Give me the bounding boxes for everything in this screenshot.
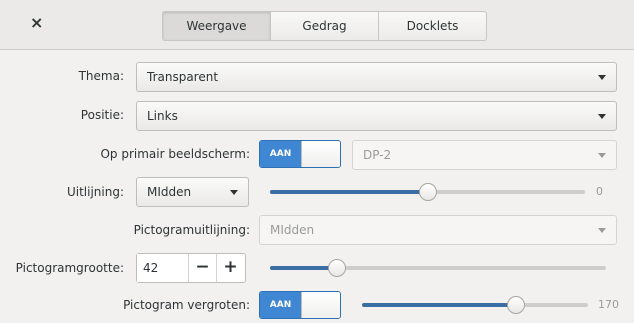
- position-value: Links: [147, 109, 178, 123]
- icon-size-stepper: − +: [136, 253, 246, 283]
- close-button[interactable]: ×: [30, 13, 43, 33]
- display-value: DP-2: [363, 148, 392, 162]
- tab-weergave[interactable]: Weergave: [162, 11, 271, 41]
- alignment-slider-value: 0: [596, 185, 603, 198]
- icon-size-label: Pictogramgrootte:: [15, 261, 124, 275]
- chevron-down-icon: [598, 114, 606, 119]
- slider-thumb[interactable]: [506, 296, 525, 314]
- primary-display-switch[interactable]: AAN: [259, 140, 341, 168]
- theme-dropdown[interactable]: Transparent: [136, 62, 617, 92]
- position-dropdown[interactable]: Links: [136, 101, 617, 131]
- zoom-switch[interactable]: AAN: [259, 291, 341, 319]
- tab-gedrag[interactable]: Gedrag: [270, 11, 379, 41]
- slider-thumb[interactable]: [418, 183, 437, 201]
- slider-fill: [362, 303, 516, 307]
- header-bar: × Weergave Gedrag Docklets: [0, 0, 634, 50]
- switch-on-label: AAN: [260, 141, 301, 167]
- icon-size-slider[interactable]: [270, 259, 606, 277]
- icon-alignment-label: Pictogramuitlijning:: [133, 223, 250, 237]
- slider-thumb[interactable]: [328, 259, 347, 277]
- chevron-down-icon: [598, 153, 606, 158]
- display-dropdown: DP-2: [352, 140, 617, 170]
- switch-on-label: AAN: [260, 292, 301, 318]
- decrement-button[interactable]: −: [188, 254, 216, 282]
- switch-knob: [301, 292, 340, 318]
- theme-label: Thema:: [78, 69, 124, 83]
- primary-display-label: Op primair beeldscherm:: [100, 147, 250, 161]
- tab-bar: Weergave Gedrag Docklets: [162, 11, 487, 41]
- increment-button[interactable]: +: [216, 254, 244, 282]
- zoom-label: Pictogram vergroten:: [123, 298, 250, 312]
- icon-alignment-value: MIdden: [270, 223, 315, 237]
- tab-docklets[interactable]: Docklets: [378, 11, 487, 41]
- chevron-down-icon: [230, 190, 238, 195]
- position-label: Positie:: [80, 108, 124, 122]
- switch-knob: [301, 141, 340, 167]
- zoom-slider[interactable]: [362, 296, 588, 314]
- alignment-value: MIdden: [147, 185, 192, 199]
- slider-fill: [270, 190, 428, 194]
- chevron-down-icon: [598, 228, 606, 233]
- alignment-dropdown[interactable]: MIdden: [136, 177, 249, 207]
- theme-value: Transparent: [147, 70, 219, 84]
- alignment-label: Uitlijning:: [66, 185, 124, 199]
- zoom-slider-value: 170: [598, 298, 619, 311]
- alignment-slider[interactable]: [270, 183, 585, 201]
- icon-size-input[interactable]: [137, 254, 188, 282]
- slider-fill: [270, 266, 338, 270]
- chevron-down-icon: [598, 75, 606, 80]
- icon-alignment-dropdown: MIdden: [259, 215, 617, 245]
